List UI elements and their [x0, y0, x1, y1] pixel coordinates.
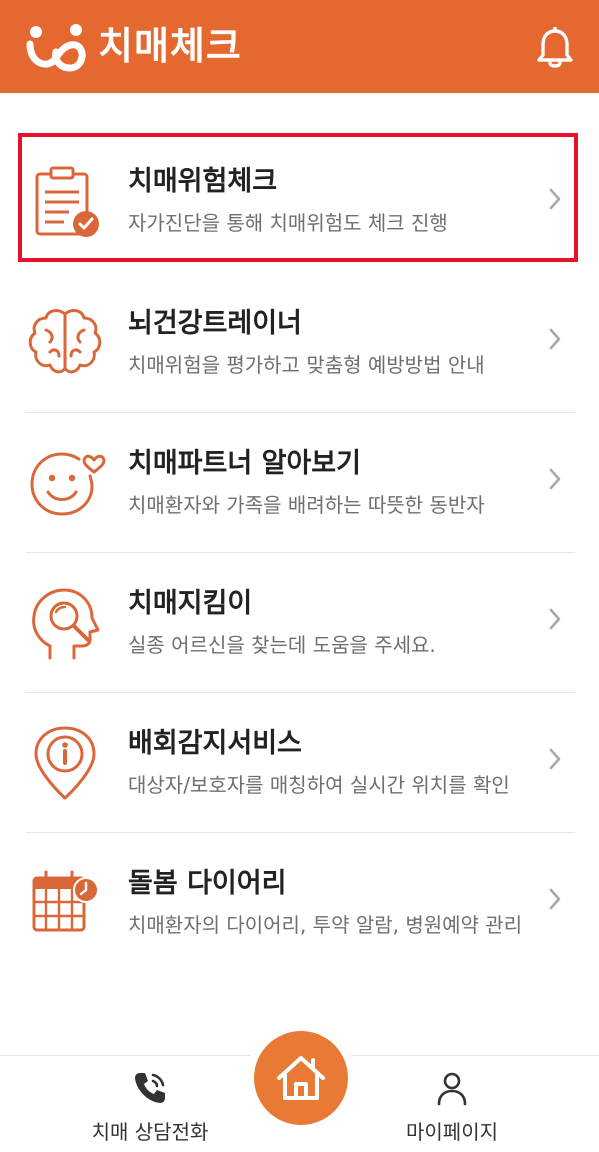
menu-item-title: 치매파트너 알아보기	[128, 448, 361, 479]
app-title: 치매체크	[98, 24, 242, 68]
menu-item-title: 치매위험체크	[128, 166, 278, 197]
menu-item-subtitle: 자가진단을 통해 치매위험도 체크 진행	[128, 211, 448, 235]
chevron-right-icon	[549, 188, 561, 210]
chevron-right-icon	[549, 328, 561, 350]
chevron-right-icon	[549, 468, 561, 490]
nav-counseling-call[interactable]: 치매 상담전화	[70, 1056, 230, 1152]
head-search-icon	[32, 588, 100, 660]
menu-item-subtitle: 치매환자와 가족을 배려하는 따뜻한 동반자	[128, 493, 485, 517]
menu-item-brain-trainer[interactable]: 뇌건강트레이너 치매위험을 평가하고 맞춤형 예방방법 안내	[0, 273, 599, 413]
calendar-clock-icon	[32, 870, 99, 932]
smile-heart-icon	[30, 452, 106, 516]
person-icon	[437, 1072, 467, 1106]
chevron-right-icon	[549, 608, 561, 630]
app-header: 치매체크	[0, 0, 599, 93]
phone-icon	[135, 1073, 165, 1103]
clipboard-check-icon	[35, 166, 99, 237]
menu-item-subtitle: 치매환자의 다이어리, 투약 알람, 병원예약 관리	[128, 913, 523, 937]
menu-item-subtitle: 치매위험을 평가하고 맞춤형 예방방법 안내	[128, 353, 485, 377]
location-info-icon	[34, 726, 96, 800]
menu-item-title: 돌봄 다이어리	[128, 868, 287, 899]
menu-item-dementia-guardian[interactable]: 치매지킴이 실종 어르신을 찾는데 도움을 주세요.	[0, 553, 599, 693]
menu-item-subtitle: 대상자/보호자를 매칭하여 실시간 위치를 확인	[128, 773, 510, 797]
home-button[interactable]	[254, 1031, 348, 1125]
home-icon	[277, 1056, 325, 1100]
menu-item-title: 뇌건강트레이너	[128, 308, 302, 339]
menu-list: 치매위험체크 자가진단을 통해 치매위험도 체크 진행 뇌건강트레이너 치매위험…	[0, 133, 599, 973]
logo-icon	[26, 24, 86, 72]
nav-my-page[interactable]: 마이페이지	[372, 1056, 532, 1152]
menu-item-dementia-partner[interactable]: 치매파트너 알아보기 치매환자와 가족을 배려하는 따뜻한 동반자	[0, 413, 599, 553]
chevron-right-icon	[549, 748, 561, 770]
menu-item-subtitle: 실종 어르신을 찾는데 도움을 주세요.	[128, 633, 436, 657]
menu-item-dementia-risk-check[interactable]: 치매위험체크 자가진단을 통해 치매위험도 체크 진행	[0, 133, 599, 273]
nav-label: 마이페이지	[406, 1120, 498, 1144]
bell-icon[interactable]	[534, 27, 576, 71]
nav-label: 치매 상담전화	[91, 1120, 209, 1144]
menu-item-title: 배회감지서비스	[128, 728, 302, 759]
chevron-right-icon	[549, 888, 561, 910]
brain-icon	[28, 309, 102, 374]
menu-item-wandering-detection[interactable]: 배회감지서비스 대상자/보호자를 매칭하여 실시간 위치를 확인	[0, 693, 599, 833]
menu-item-care-diary[interactable]: 돌봄 다이어리 치매환자의 다이어리, 투약 알람, 병원예약 관리	[0, 833, 599, 973]
menu-item-title: 치매지킴이	[128, 588, 253, 619]
